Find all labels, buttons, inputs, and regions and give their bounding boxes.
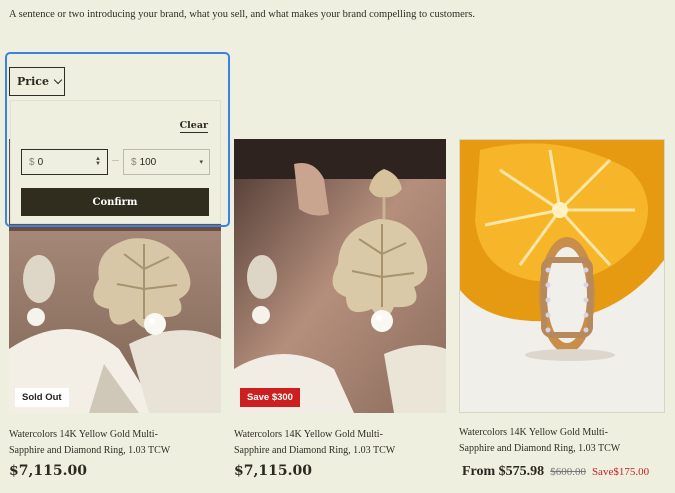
product-title-line[interactable]: Sapphire and Diamond Ring, 1.03 TCW	[9, 443, 221, 459]
product-title-line[interactable]: Watercolors 14K Yellow Gold Multi-	[234, 427, 446, 443]
product-title-line[interactable]: Watercolors 14K Yellow Gold Multi-	[9, 427, 221, 443]
product-price-from: From $575.98	[462, 464, 545, 479]
product-image[interactable]: Save $300	[234, 139, 446, 413]
product-title[interactable]: Watercolors 14K Yellow Gold Multi- Sapph…	[234, 427, 446, 459]
range-separator	[112, 160, 119, 161]
product-price: $7,115.00	[9, 463, 87, 479]
brand-intro-text: A sentence or two introducing your brand…	[9, 9, 475, 20]
product-title[interactable]: Watercolors 14K Yellow Gold Multi- Sapph…	[9, 427, 221, 459]
stepper-icon[interactable]: ▲ ▼	[95, 156, 101, 167]
max-price-input[interactable]: $ 100 ▾	[123, 149, 210, 175]
product-card[interactable]: Save $300 Watercolors 14K Yellow Gold Mu…	[234, 139, 446, 479]
product-title[interactable]: Watercolors 14K Yellow Gold Multi- Sapph…	[459, 425, 665, 457]
product-title-line[interactable]: Sapphire and Diamond Ring, 1.03 TCW	[234, 443, 446, 459]
min-currency-symbol: $	[29, 156, 35, 168]
product-title-line[interactable]: Sapphire and Diamond Ring, 1.03 TCW	[459, 441, 665, 457]
clear-filter-link[interactable]: Clear	[179, 120, 208, 133]
price-filter-label: Price	[17, 75, 49, 88]
min-price-value[interactable]: 0	[38, 157, 44, 168]
product-price-row: From $575.98 $600.00 Save$175.00	[459, 462, 665, 480]
product-price: $7,115.00	[234, 463, 312, 479]
max-price-value[interactable]: 100	[140, 157, 157, 168]
price-filter-panel: Clear $ 0 ▲ ▼ $ 100 ▾ Confirm	[10, 100, 221, 224]
product-card[interactable]: Watercolors 14K Yellow Gold Multi- Sapph…	[459, 139, 665, 480]
max-currency-symbol: $	[131, 156, 137, 168]
confirm-button[interactable]: Confirm	[21, 188, 209, 216]
stepper-icon[interactable]: ▾	[199, 159, 203, 166]
product-price-original: $600.00	[550, 466, 586, 478]
product-price-saving: Save$175.00	[591, 466, 650, 478]
sold-out-badge: Sold Out	[15, 388, 69, 407]
product-image[interactable]	[459, 139, 665, 413]
price-filter-toggle[interactable]: Price	[9, 67, 65, 96]
product-title-line[interactable]: Watercolors 14K Yellow Gold Multi-	[459, 425, 665, 441]
chevron-down-icon	[53, 75, 63, 85]
save-badge: Save $300	[240, 388, 300, 407]
min-price-input[interactable]: $ 0 ▲ ▼	[21, 149, 108, 175]
